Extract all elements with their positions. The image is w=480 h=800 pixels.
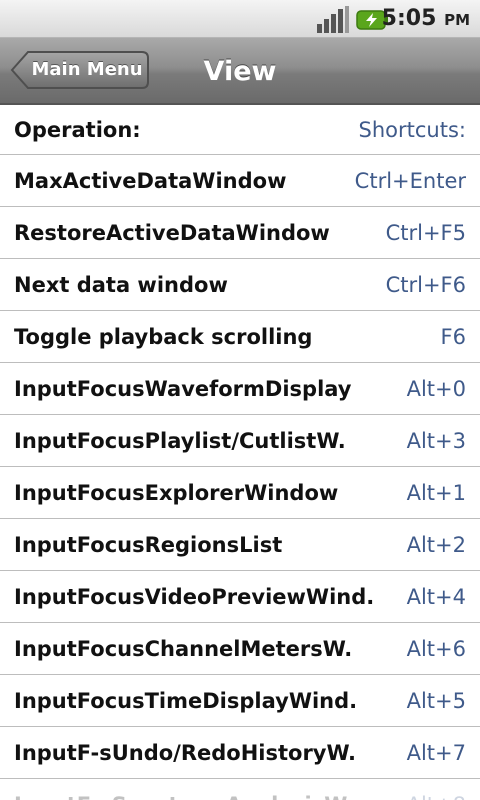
operation-label: InputFocusExplorerWindow: [14, 480, 339, 505]
operation-label: InputFocusTimeDisplayWind.: [14, 688, 358, 713]
shortcut-label: Alt+4: [406, 584, 466, 609]
shortcut-label: Alt+7: [406, 740, 466, 765]
list-item[interactable]: InputFocusWaveformDisplay Alt+0: [0, 363, 480, 415]
signal-bars-icon: [317, 6, 349, 33]
list-header: Operation: Shortcuts:: [0, 105, 480, 155]
list-item[interactable]: InputFocusPlaylist/CutlistW. Alt+3: [0, 415, 480, 467]
status-bar: 5:05 PM: [0, 0, 480, 38]
operation-label: MaxActiveDataWindow: [14, 168, 287, 193]
list-item[interactable]: Toggle playback scrolling F6: [0, 311, 480, 363]
shortcut-label: Ctrl+Enter: [354, 168, 466, 193]
list-item[interactable]: InputFocusChannelMetersW. Alt+6: [0, 623, 480, 675]
list-item[interactable]: InputFocusRegionsList Alt+2: [0, 519, 480, 571]
clock-time: 5:05: [381, 6, 437, 31]
shortcut-label: Ctrl+F5: [385, 220, 466, 245]
shortcut-label: Alt+6: [406, 636, 466, 661]
list-item[interactable]: InputF-sUndo/RedoHistoryW. Alt+7: [0, 727, 480, 779]
shortcut-label: Ctrl+F6: [385, 272, 466, 297]
shortcut-label: Alt+3: [406, 428, 466, 453]
clock-ampm: PM: [444, 11, 470, 29]
operation-label: Toggle playback scrolling: [14, 324, 313, 349]
list-item[interactable]: InputF-sSpectrumAnalysisW. Alt+8: [0, 779, 480, 800]
operation-label: InputFocusRegionsList: [14, 532, 283, 557]
operation-label: InputFocusChannelMetersW.: [14, 636, 353, 661]
operation-label: InputFocusWaveformDisplay: [14, 376, 352, 401]
list-item[interactable]: InputFocusExplorerWindow Alt+1: [0, 467, 480, 519]
operation-label: InputFocusVideoPreviewWind.: [14, 584, 375, 609]
shortcut-label: Alt+0: [406, 376, 466, 401]
list-item[interactable]: InputFocusTimeDisplayWind. Alt+5: [0, 675, 480, 727]
shortcut-label: Alt+2: [406, 532, 466, 557]
shortcut-label: Alt+8: [407, 779, 466, 800]
title-bar: Main Menu View: [0, 38, 480, 105]
operation-label: Next data window: [14, 272, 228, 297]
list-item[interactable]: RestoreActiveDataWindow Ctrl+F5: [0, 207, 480, 259]
back-button-label: Main Menu: [31, 59, 143, 80]
main-menu-back-button[interactable]: Main Menu: [10, 50, 150, 90]
shortcut-list[interactable]: Operation: Shortcuts: MaxActiveDataWindo…: [0, 105, 480, 800]
shortcut-label: Alt+1: [406, 480, 466, 505]
operation-column-header: Operation:: [14, 117, 141, 142]
status-clock: 5:05 PM: [382, 6, 470, 31]
list-item[interactable]: Next data window Ctrl+F6: [0, 259, 480, 311]
operation-label: RestoreActiveDataWindow: [14, 220, 330, 245]
operation-label: InputFocusPlaylist/CutlistW.: [14, 428, 346, 453]
operation-label: InputF-sSpectrumAnalysisW.: [14, 779, 354, 800]
operation-label: InputF-sUndo/RedoHistoryW.: [14, 740, 356, 765]
shortcut-label: Alt+5: [406, 688, 466, 713]
shortcut-column-header: Shortcuts:: [358, 117, 466, 142]
list-item[interactable]: MaxActiveDataWindow Ctrl+Enter: [0, 155, 480, 207]
list-item[interactable]: InputFocusVideoPreviewWind. Alt+4: [0, 571, 480, 623]
shortcut-label: F6: [440, 324, 466, 349]
